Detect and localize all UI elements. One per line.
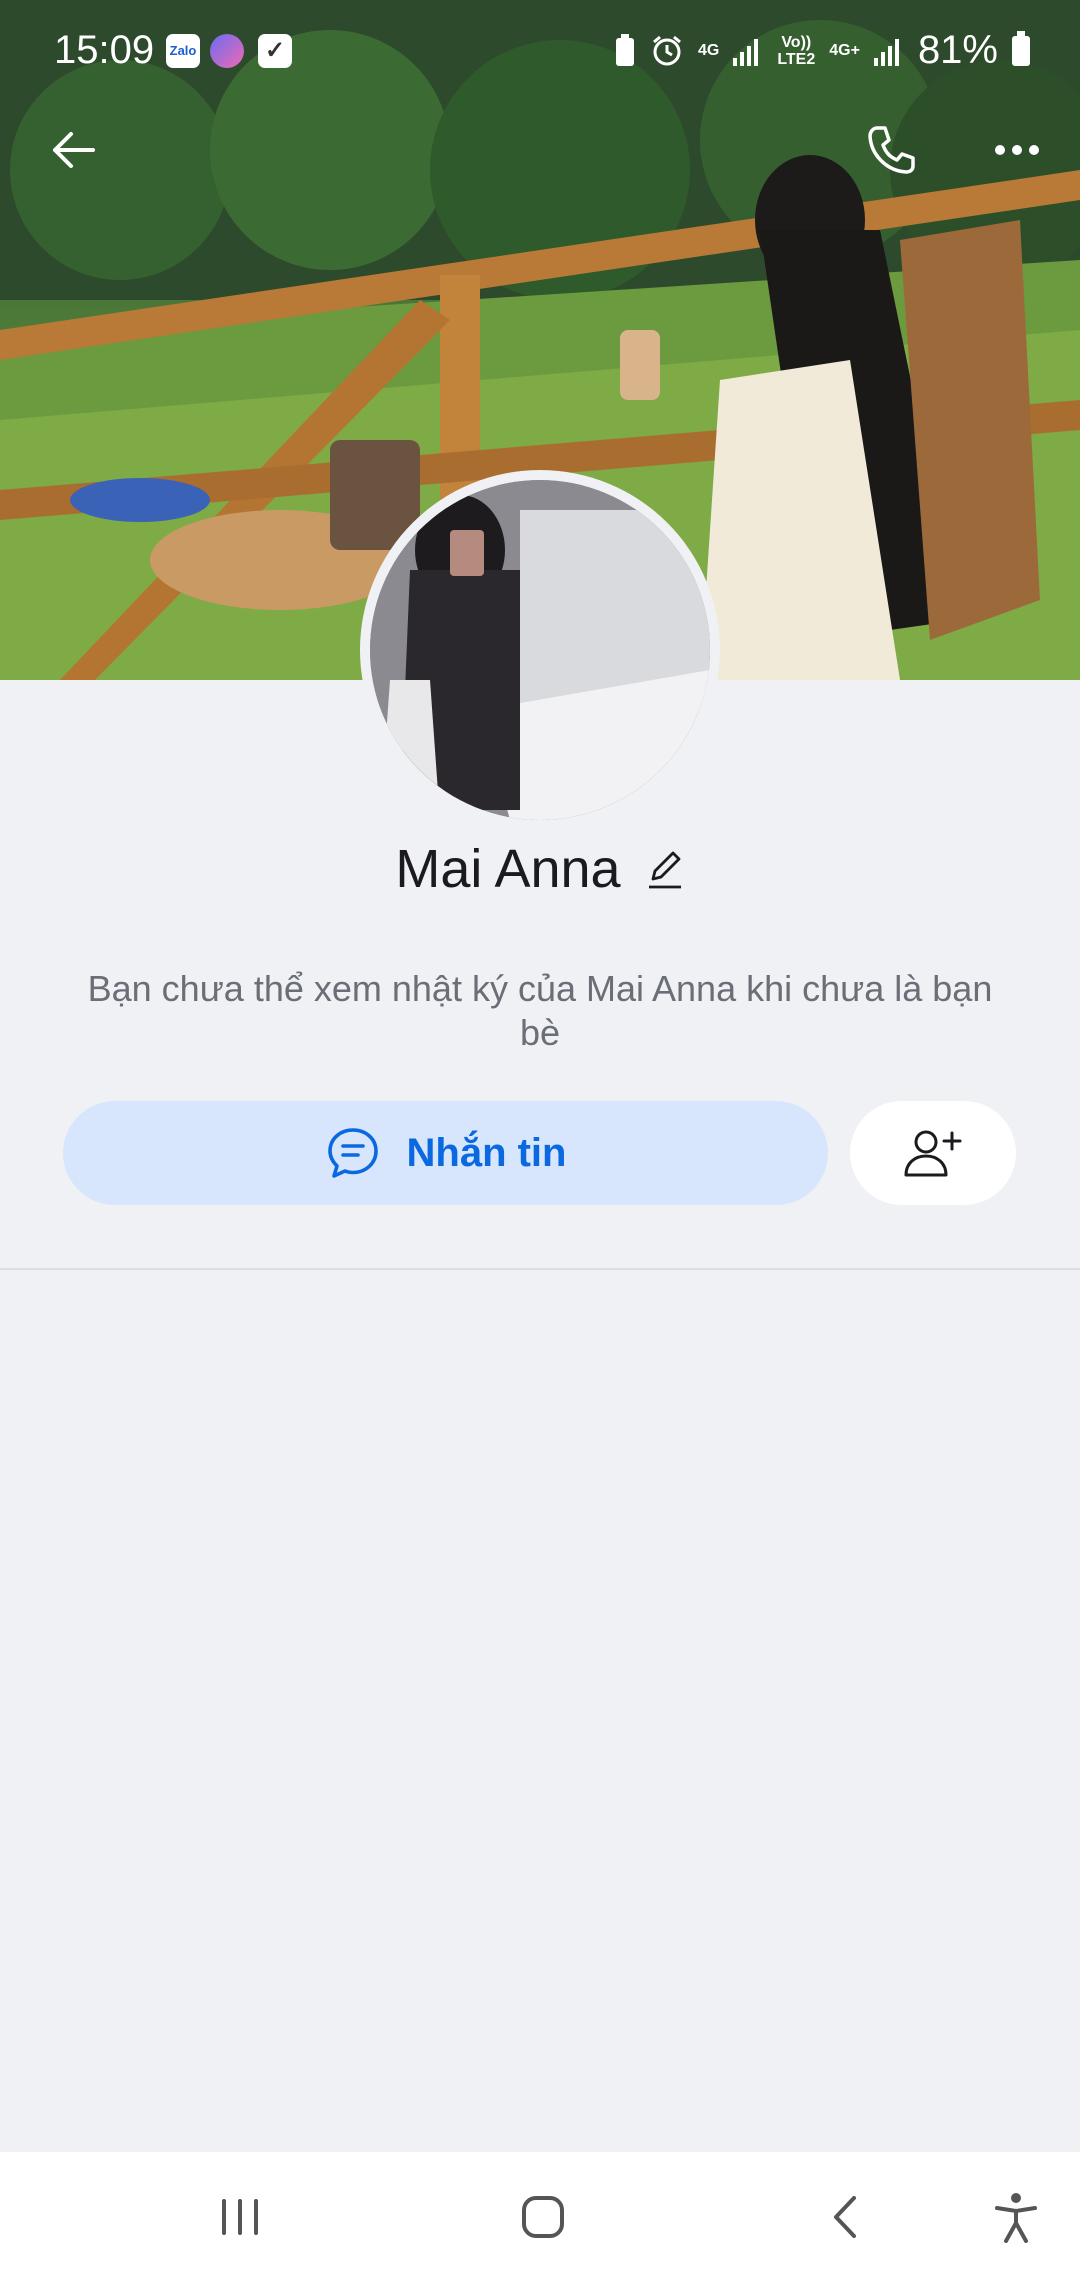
arrow-left-icon — [53, 132, 95, 168]
call-button[interactable] — [856, 115, 926, 185]
alarm-icon — [653, 35, 681, 65]
accessibility-button[interactable] — [976, 2182, 1056, 2252]
avatar-image — [370, 480, 710, 820]
profile-name-row: Mai Anna — [0, 838, 1080, 900]
back-button[interactable] — [38, 115, 108, 185]
pencil-edit-icon[interactable] — [645, 847, 685, 891]
chat-bubble-icon — [327, 1128, 378, 1178]
profile-avatar[interactable] — [360, 470, 720, 830]
recent-apps-icon — [222, 2199, 258, 2235]
add-user-icon — [904, 1130, 962, 1177]
system-back-button[interactable] — [805, 2182, 885, 2252]
battery-percent: 81% — [917, 28, 998, 72]
battery-icon — [1012, 30, 1030, 66]
volte-bottom: LTE2 — [777, 50, 816, 68]
recent-apps-button[interactable] — [200, 2182, 280, 2252]
checkbox-icon: ✓ — [258, 34, 292, 68]
network-type-1: 4G — [697, 42, 720, 59]
signal-icon-2 — [873, 38, 899, 66]
section-divider — [0, 1268, 1080, 1270]
more-options-button[interactable] — [982, 115, 1052, 185]
volte-indicator: Vo)) LTE2 — [777, 34, 815, 68]
signal-icon — [733, 38, 759, 66]
messenger-icon — [210, 34, 244, 68]
send-message-label: Nhắn tin — [406, 1130, 567, 1175]
network-type-3: 4G+ — [829, 42, 860, 59]
accessibility-icon — [995, 2193, 1037, 2243]
chevron-left-icon — [834, 2196, 856, 2238]
add-friend-button[interactable] — [850, 1101, 1016, 1205]
phone-icon — [868, 126, 915, 174]
system-navigation-bar — [0, 2152, 1080, 2280]
zalo-icon: Zalo — [166, 34, 200, 68]
status-bar: 15:09 Zalo ✓ 4G Vo)) LTE2 4G+ 81% — [0, 0, 1080, 100]
status-time: 15:09 — [54, 28, 155, 72]
profile-name: Mai Anna — [395, 839, 621, 899]
more-horizontal-icon — [995, 145, 1039, 155]
home-button[interactable] — [503, 2182, 583, 2252]
battery-saver-icon — [615, 33, 634, 66]
status-indicators: 4G Vo)) LTE2 4G+ 81% — [614, 28, 1030, 73]
diary-locked-notice: Bạn chưa thể xem nhật ký của Mai Anna kh… — [87, 968, 993, 1053]
volte-top: Vo)) — [781, 33, 812, 51]
send-message-button[interactable]: Nhắn tin — [63, 1101, 828, 1205]
home-icon — [522, 2196, 564, 2238]
avatar-illustration — [370, 480, 710, 820]
